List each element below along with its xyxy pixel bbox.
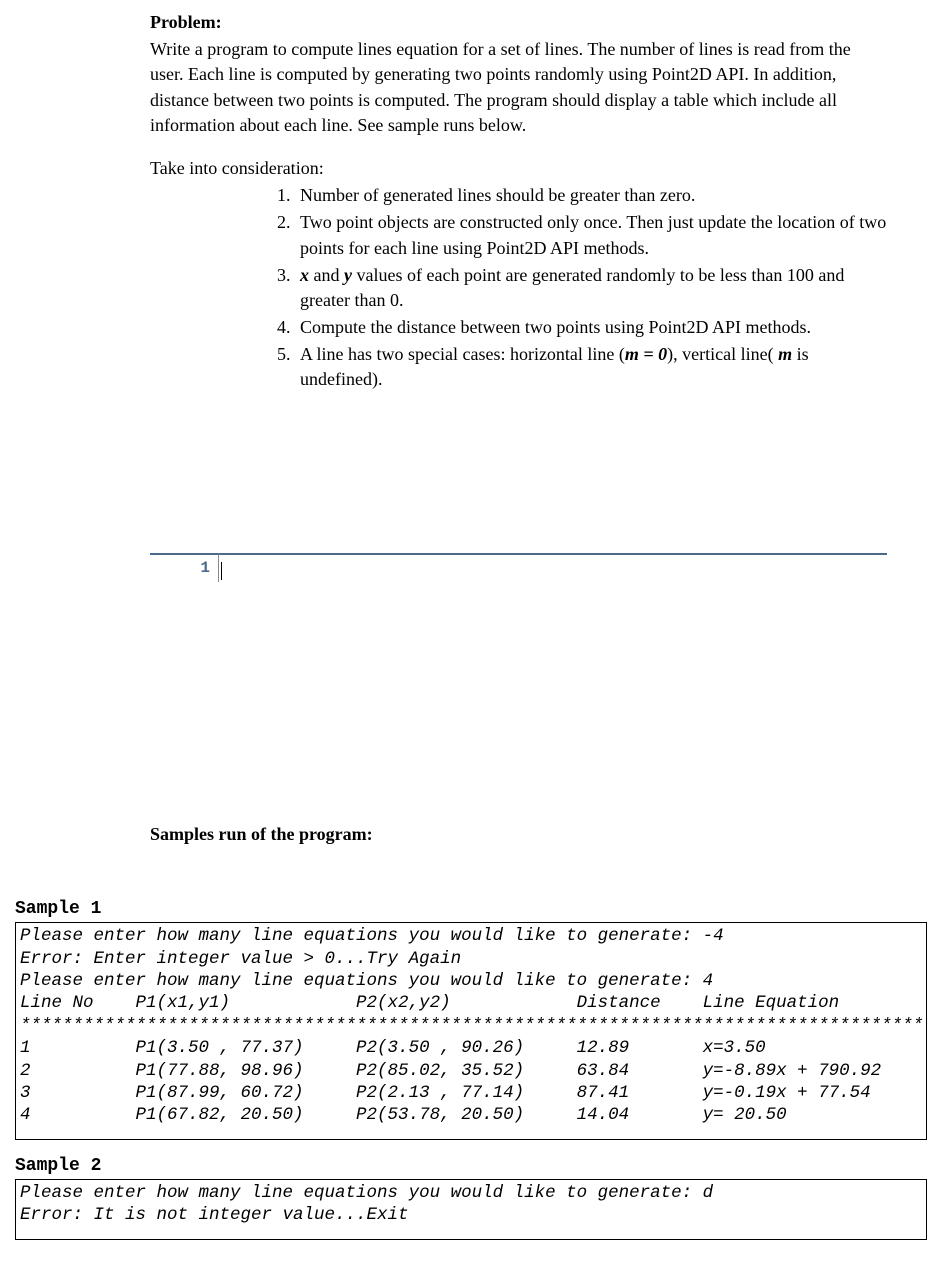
text-cursor (221, 562, 222, 580)
list-text: A line has two special cases: horizontal… (300, 344, 625, 364)
problem-heading: Problem: (150, 10, 887, 35)
list-text: values of each point are generated rando… (300, 265, 844, 310)
list-text: ), vertical line( (667, 344, 778, 364)
variable-x: x (300, 265, 309, 285)
sample1-output: Please enter how many line equations you… (15, 922, 927, 1140)
variable-y: y (344, 265, 352, 285)
equation-m0: m = 0 (625, 344, 667, 364)
line-number-gutter: 1 (150, 553, 218, 579)
list-item: Compute the distance between two points … (295, 315, 887, 340)
code-pane[interactable] (218, 553, 887, 582)
consideration-label: Take into consideration: (150, 156, 887, 181)
variable-m: m (778, 344, 792, 364)
sample2-label: Sample 2 (15, 1154, 927, 1179)
list-item: Two point objects are constructed only o… (295, 210, 887, 260)
sample1-label: Sample 1 (15, 897, 927, 922)
list-item: Number of generated lines should be grea… (295, 183, 887, 208)
list-item: x and y values of each point are generat… (295, 263, 887, 313)
problem-body: Write a program to compute lines equatio… (150, 37, 887, 138)
samples-heading: Samples run of the program: (150, 822, 887, 847)
line-number: 1 (200, 559, 210, 577)
code-editor: 1 (150, 553, 887, 582)
list-text: and (309, 265, 344, 285)
sample2-output: Please enter how many line equations you… (15, 1179, 927, 1240)
list-item: A line has two special cases: horizontal… (295, 342, 887, 392)
consideration-list: Number of generated lines should be grea… (150, 183, 887, 393)
